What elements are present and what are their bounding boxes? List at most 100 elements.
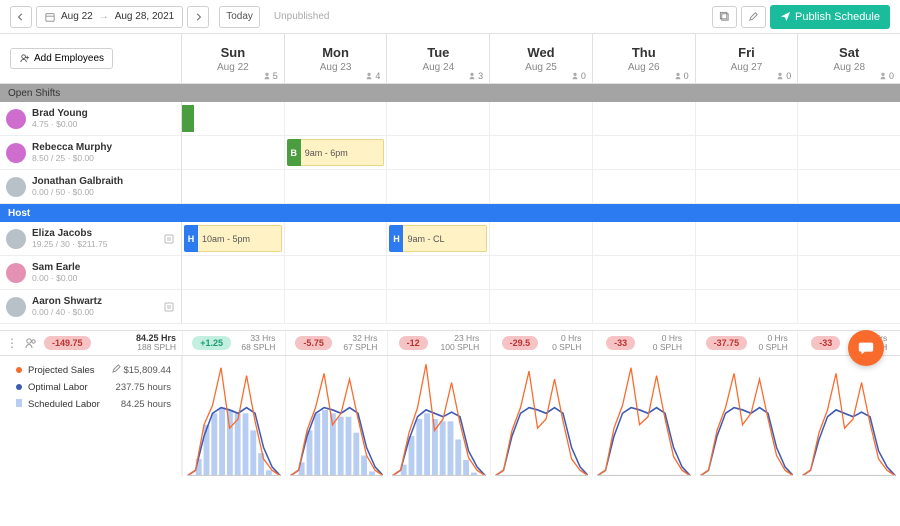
schedule-cell[interactable] [387, 102, 490, 136]
schedule-cell[interactable] [285, 170, 388, 204]
today-button[interactable]: Today [219, 6, 260, 28]
schedule-cell[interactable] [490, 256, 593, 290]
schedule-cell[interactable] [490, 102, 593, 136]
schedule-cell[interactable] [593, 102, 696, 136]
day-chart [182, 356, 285, 476]
send-icon [780, 11, 791, 22]
dot-icon [16, 384, 22, 390]
schedule-cell[interactable] [593, 136, 696, 170]
schedule-cell[interactable] [285, 290, 388, 324]
legend-label: Optimal Labor [28, 382, 88, 393]
date-range-picker[interactable]: Aug 22 → Aug 28, 2021 [36, 6, 183, 28]
copy-schedule-button[interactable] [712, 6, 737, 28]
charts-row: Projected Sales $15,809.44 Optimal Labor… [0, 356, 900, 476]
day-chart [695, 356, 798, 476]
section-open-shifts[interactable]: Open Shifts [0, 84, 900, 102]
employee-name[interactable]: Jonathan Galbraith [32, 176, 123, 187]
schedule-cell[interactable] [696, 290, 799, 324]
partial-shift[interactable] [182, 105, 194, 132]
schedule-cell[interactable] [696, 136, 799, 170]
day-header-tue[interactable]: TueAug 24 3 [387, 34, 490, 84]
shift-tag: H [184, 225, 198, 252]
employee-name[interactable]: Eliza Jacobs [32, 228, 107, 239]
add-employees-button[interactable]: Add Employees [10, 48, 113, 69]
schedule-cell[interactable] [387, 256, 490, 290]
schedule-cell[interactable] [593, 170, 696, 204]
range-arrow-icon: → [99, 11, 109, 22]
edit-schedule-button[interactable] [741, 6, 766, 28]
shift-block[interactable]: B 9am - 6pm [287, 139, 385, 166]
day-chart [797, 356, 900, 476]
pencil-icon[interactable] [112, 364, 121, 373]
schedule-cell[interactable] [593, 256, 696, 290]
avatar [6, 177, 26, 197]
section-host[interactable]: Host [0, 204, 900, 222]
week-variance-pill: -149.75 [44, 336, 91, 350]
schedule-cell[interactable] [798, 170, 900, 204]
schedule-cell[interactable] [490, 170, 593, 204]
schedule-cell[interactable] [696, 222, 799, 256]
day-header-fri[interactable]: FriAug 27 0 [696, 34, 799, 84]
schedule-cell[interactable] [387, 290, 490, 324]
schedule-cell[interactable] [798, 290, 900, 324]
schedule-cell[interactable] [696, 256, 799, 290]
schedule-cell[interactable] [182, 290, 285, 324]
day-chart [387, 356, 490, 476]
employee-row: Aaron Shwartz0.00 / 40 · $0.00 [0, 290, 900, 324]
prev-week-button[interactable] [10, 6, 32, 28]
schedule-cell[interactable] [490, 136, 593, 170]
employee-name[interactable]: Rebecca Murphy [32, 142, 112, 153]
schedule-cell[interactable] [182, 136, 285, 170]
day-stat-cell: +1.2533 Hrs68 SPLH [182, 331, 285, 355]
day-header-mon[interactable]: MonAug 23 4 [285, 34, 388, 84]
day-variance-pill: -37.75 [706, 336, 748, 350]
next-week-button[interactable] [187, 6, 209, 28]
employee-row: Jonathan Galbraith0.00 / 50 · $0.00 [0, 170, 900, 204]
schedule-cell[interactable]: H9am - CL [387, 222, 490, 256]
schedule-cell[interactable] [285, 256, 388, 290]
employee-meta: 0.00 / 50 · $0.00 [32, 187, 123, 197]
schedule-cell[interactable] [387, 170, 490, 204]
day-header-row: Add Employees Sun Aug 22 5 MonAug 23 4 T… [0, 34, 900, 84]
schedule-cell[interactable] [182, 102, 285, 136]
schedule-cell[interactable] [696, 102, 799, 136]
day-variance-pill: -12 [399, 336, 428, 350]
note-icon[interactable] [163, 301, 175, 313]
schedule-cell[interactable] [798, 222, 900, 256]
schedule-cell[interactable] [593, 290, 696, 324]
employee-name[interactable]: Sam Earle [32, 262, 80, 273]
drag-handle-icon[interactable]: ⋮ [6, 336, 18, 350]
schedule-cell[interactable] [285, 222, 388, 256]
day-header-sat[interactable]: SatAug 28 0 [798, 34, 900, 84]
schedule-cell[interactable] [798, 102, 900, 136]
day-header-sun[interactable]: Sun Aug 22 5 [182, 34, 285, 84]
schedule-cell[interactable]: B 9am - 6pm [285, 136, 388, 170]
schedule-cell[interactable] [798, 136, 900, 170]
day-variance-pill: -29.5 [502, 336, 539, 350]
employee-name[interactable]: Aaron Shwartz [32, 296, 102, 307]
schedule-cell[interactable]: H10am - 5pm [182, 222, 285, 256]
chevron-left-icon [17, 13, 25, 21]
help-chat-button[interactable] [848, 330, 884, 366]
schedule-cell[interactable] [593, 222, 696, 256]
avatar [6, 229, 26, 249]
shift-block[interactable]: H9am - CL [389, 225, 487, 252]
day-header-thu[interactable]: ThuAug 26 0 [593, 34, 696, 84]
schedule-cell[interactable] [798, 256, 900, 290]
employee-name[interactable]: Brad Young [32, 108, 88, 119]
note-icon[interactable] [163, 233, 175, 245]
publish-button[interactable]: Publish Schedule [770, 5, 890, 29]
person-icon [468, 72, 476, 80]
shift-block[interactable]: H10am - 5pm [184, 225, 282, 252]
schedule-cell[interactable] [285, 102, 388, 136]
schedule-cell[interactable] [696, 170, 799, 204]
day-variance-pill: -33 [811, 336, 840, 350]
day-header-wed[interactable]: WedAug 25 0 [490, 34, 593, 84]
schedule-cell[interactable] [387, 136, 490, 170]
shift-time: 9am - 6pm [301, 139, 385, 166]
schedule-cell[interactable] [182, 256, 285, 290]
schedule-cell[interactable] [490, 222, 593, 256]
schedule-cell[interactable] [490, 290, 593, 324]
employee-row: Sam Earle0.00 · $0.00 [0, 256, 900, 290]
schedule-cell[interactable] [182, 170, 285, 204]
